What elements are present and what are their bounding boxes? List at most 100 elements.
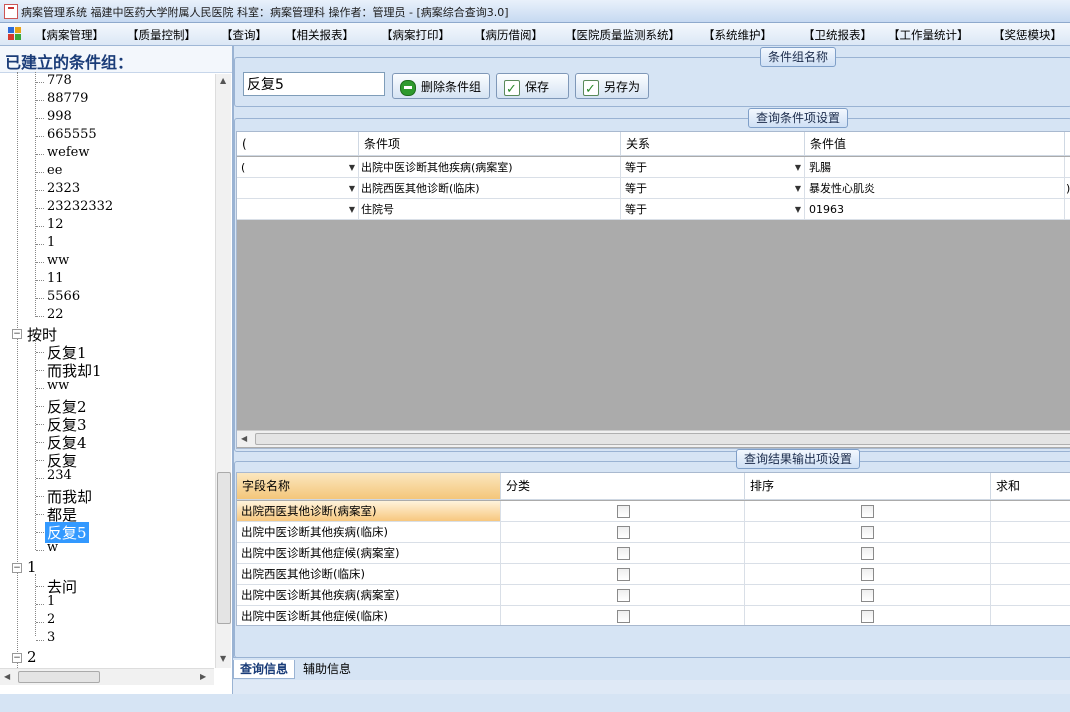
category-checkbox[interactable] <box>617 526 630 539</box>
condition-item-cell[interactable]: 出院中医诊断其他疾病(病案室) <box>359 157 621 178</box>
save-button[interactable]: ✓ 保存 <box>496 73 569 99</box>
condition-item-cell[interactable]: 住院号 <box>359 199 621 220</box>
column-header[interactable]: 排序 <box>745 473 991 500</box>
tree-item[interactable]: 2 <box>47 612 55 627</box>
tree-item[interactable]: ee <box>47 163 62 178</box>
tree-group-node[interactable]: 2 <box>27 648 37 666</box>
field-name-cell[interactable]: 出院西医其他诊断(病案室) <box>237 501 501 522</box>
sort-checkbox[interactable] <box>861 589 874 602</box>
tree-item[interactable]: wefew <box>47 145 89 160</box>
dropdown-arrow-icon[interactable]: ▼ <box>349 178 355 199</box>
tree-horizontal-scrollbar[interactable]: ◀ ▶ <box>0 668 214 685</box>
tree-item[interactable]: 1 <box>47 235 55 250</box>
field-name-cell[interactable]: 出院中医诊断其他症候(临床) <box>237 606 501 625</box>
menu-item-hospital-quality-monitoring[interactable]: 【医院质量监测系统】 <box>565 27 680 43</box>
column-header[interactable]: 条件值 <box>805 132 1065 156</box>
sum-cell[interactable] <box>991 543 1070 564</box>
field-name-cell[interactable]: 出院中医诊断其他症候(病案室) <box>237 543 501 564</box>
menu-item-record-management[interactable]: 【病案管理】 <box>35 27 104 43</box>
expand-toggle-icon[interactable]: − <box>12 563 22 573</box>
tab-query-info[interactable]: 查询信息 <box>233 660 296 679</box>
category-checkbox[interactable] <box>617 505 630 518</box>
category-checkbox[interactable] <box>617 568 630 581</box>
paren-cell[interactable]: (▼ <box>237 157 359 178</box>
save-as-button[interactable]: ✓ 另存为 <box>575 73 649 99</box>
menu-item-query[interactable]: 【查询】 <box>221 27 267 43</box>
tree-item[interactable]: 11 <box>47 271 64 286</box>
tree-item[interactable]: 22 <box>47 307 64 322</box>
sort-checkbox[interactable] <box>861 505 874 518</box>
condition-value-cell[interactable]: 乳腸 <box>805 157 1065 178</box>
menu-item-record-printing[interactable]: 【病案打印】 <box>381 27 450 43</box>
delete-group-button[interactable]: 删除条件组 <box>392 73 490 99</box>
tree-item[interactable]: 2323 <box>47 181 80 196</box>
paren-cell[interactable]: ▼ <box>237 199 359 220</box>
category-checkbox[interactable] <box>617 547 630 560</box>
sort-checkbox[interactable] <box>861 610 874 623</box>
system-menu-icon[interactable] <box>8 27 22 41</box>
tree-item[interactable]: 1 <box>47 594 55 609</box>
scroll-right-icon[interactable]: ▶ <box>200 672 206 681</box>
tree-item[interactable]: 234 <box>47 468 72 483</box>
sum-cell[interactable] <box>991 606 1070 625</box>
sum-cell[interactable] <box>991 585 1070 606</box>
relation-cell[interactable]: 等于 ▼ <box>621 157 805 178</box>
category-checkbox[interactable] <box>617 610 630 623</box>
menu-item-record-borrowing[interactable]: 【病历借阅】 <box>474 27 543 43</box>
dropdown-arrow-icon[interactable]: ▼ <box>795 157 801 178</box>
scrollbar-thumb[interactable] <box>255 433 1070 445</box>
relation-cell[interactable]: 等于 ▼ <box>621 178 805 199</box>
tree-item[interactable]: 88779 <box>47 91 88 106</box>
category-checkbox[interactable] <box>617 589 630 602</box>
query-conditions-grid[interactable]: ( 条件项 关系 条件值 (▼ 出院中医诊断其他疾病(病案室) 等于 ▼ 乳腸 ▼ 出院西医… <box>236 131 1070 449</box>
condition-group-tree[interactable]: 778 88779 998 665555 wefew ee 2323 23232332 12 1 w… <box>0 72 214 712</box>
scroll-left-icon[interactable]: ◀ <box>241 434 247 443</box>
menu-item-health-statistics-report[interactable]: 【卫统报表】 <box>803 27 872 43</box>
sort-checkbox[interactable] <box>861 547 874 560</box>
sum-cell[interactable] <box>991 564 1070 585</box>
scroll-down-icon[interactable]: ▼ <box>220 654 226 663</box>
column-header[interactable]: 求和 <box>991 473 1070 500</box>
expand-toggle-icon[interactable]: − <box>12 653 22 663</box>
column-header[interactable]: 分类 <box>501 473 745 500</box>
menu-item-related-reports[interactable]: 【相关报表】 <box>285 27 354 43</box>
relation-cell[interactable]: 等于 ▼ <box>621 199 805 220</box>
menu-item-workload-statistics[interactable]: 【工作量统计】 <box>888 27 969 43</box>
tree-item[interactable]: 3 <box>47 630 55 645</box>
output-settings-grid[interactable]: 字段名称 分类 排序 求和 出院西医其他诊断(病案室) 出院中医诊断其他疾病(临床… <box>236 472 1070 626</box>
tree-item[interactable]: 778 <box>47 73 72 88</box>
field-name-cell[interactable]: 出院中医诊断其他疾病(病案室) <box>237 585 501 606</box>
field-name-cell[interactable]: 出院西医其他诊断(临床) <box>237 564 501 585</box>
tree-item[interactable]: ww <box>47 253 69 268</box>
dropdown-arrow-icon[interactable]: ▼ <box>349 157 355 178</box>
dropdown-arrow-icon[interactable]: ▼ <box>795 178 801 199</box>
sort-checkbox[interactable] <box>861 526 874 539</box>
field-name-cell[interactable]: 出院中医诊断其他疾病(临床) <box>237 522 501 543</box>
dropdown-arrow-icon[interactable]: ▼ <box>349 199 355 220</box>
tree-item[interactable]: 665555 <box>47 127 97 142</box>
condition-value-cell[interactable]: 01963 <box>805 199 1065 220</box>
paren-cell[interactable]: ▼ <box>237 178 359 199</box>
expand-toggle-icon[interactable]: − <box>12 329 22 339</box>
column-header[interactable]: 条件项 <box>359 132 621 156</box>
scrollbar-thumb[interactable] <box>18 671 100 683</box>
column-header[interactable]: 关系 <box>621 132 805 156</box>
scrollbar-thumb[interactable] <box>217 472 231 624</box>
tree-item[interactable]: w <box>47 540 58 555</box>
tree-item[interactable]: 12 <box>47 217 64 232</box>
condition-group-name-input[interactable]: 反复5 <box>243 72 385 96</box>
tree-item[interactable]: ww <box>47 378 69 393</box>
dropdown-arrow-icon[interactable]: ▼ <box>795 199 801 220</box>
tree-item[interactable]: 23232332 <box>47 199 113 214</box>
column-header[interactable]: ( <box>237 132 359 156</box>
close-paren-cell[interactable]: ) <box>1065 178 1070 199</box>
sum-cell[interactable] <box>991 501 1070 522</box>
column-header[interactable]: 字段名称 <box>237 473 501 500</box>
menu-item-quality-control[interactable]: 【质量控制】 <box>127 27 196 43</box>
close-paren-cell[interactable] <box>1065 157 1070 178</box>
menu-item-system-maintenance[interactable]: 【系统维护】 <box>703 27 772 43</box>
sum-cell[interactable] <box>991 522 1070 543</box>
menu-item-reward-punishment[interactable]: 【奖惩模块】 <box>993 27 1062 43</box>
close-paren-cell[interactable] <box>1065 199 1070 220</box>
tree-item[interactable]: 998 <box>47 109 72 124</box>
